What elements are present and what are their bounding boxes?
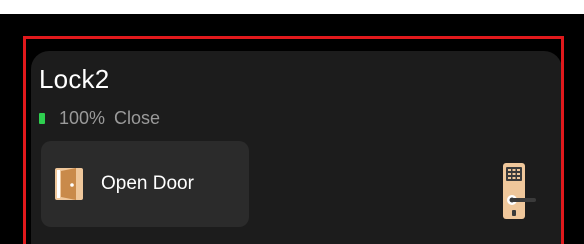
lock-state: Close — [114, 107, 161, 128]
open-door-label: Open Door — [101, 173, 194, 194]
device-name: Lock2 — [39, 64, 110, 94]
device-status-row: 100% Close — [39, 107, 160, 129]
screen: Lock2 100% Close Open Door — [0, 0, 584, 244]
top-strip — [0, 0, 584, 14]
battery-icon — [39, 112, 45, 124]
battery-level: 100% — [59, 107, 106, 128]
door-icon — [55, 168, 83, 200]
smart-lock-icon — [503, 163, 536, 219]
